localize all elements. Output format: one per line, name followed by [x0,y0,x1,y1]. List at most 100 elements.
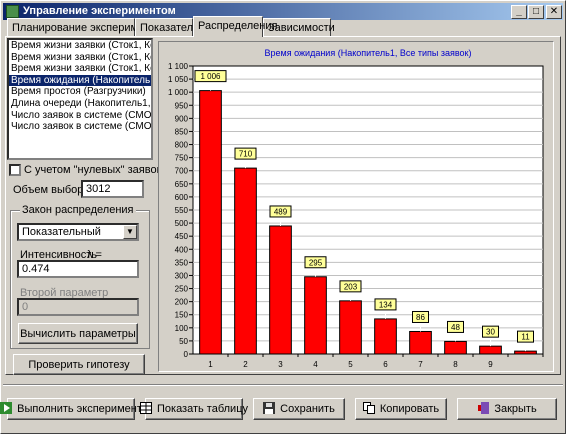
list-item[interactable]: Время жизни заявки (Сток1, Кораб [9,40,151,52]
bar [444,340,467,355]
x-tick-label: 9 [488,360,493,369]
run-experiment-label: Выполнить эксперимент [17,403,142,415]
tab-strip: Планирование эксперимента Показатели Рас… [7,16,561,38]
zero-requests-checkbox[interactable] [9,164,21,177]
sample-size-field[interactable]: 3012 [81,180,144,198]
close-label: Закрыть [494,403,537,415]
y-tick-label: 300 [175,271,189,280]
y-tick-label: 800 [175,141,189,150]
data-label: 134 [379,300,393,309]
tab-distributions[interactable]: Распределения [193,16,277,37]
x-tick-label: 7 [418,360,423,369]
y-tick-label: 350 [175,258,189,267]
x-tick-label: 5 [348,360,353,369]
distribution-select-value: Показательный [22,226,101,238]
close-button[interactable]: Закрыть [457,398,557,420]
x-tick-label: 1 [208,360,213,369]
divider [3,385,563,386]
copy-label: Копировать [379,403,440,415]
window-title: Управление экспериментом [23,5,176,17]
y-tick-label: 100 [175,324,189,333]
tab-metrics[interactable]: Показатели [135,18,199,36]
x-tick-label: 6 [383,360,388,369]
check-hypothesis-button[interactable]: Проверить гипотезу [13,354,145,375]
y-tick-label: 150 [175,311,189,320]
list-item[interactable]: Число заявок в системе (СМО, Кор [9,121,151,133]
list-item-selected[interactable]: Время ожидания (Накопитель1, Все [9,74,151,87]
data-label: 11 [521,333,530,342]
y-tick-label: 0 [184,350,189,359]
list-item[interactable]: Длина очереди (Накопитель1, Все [9,98,151,110]
x-tick-label: 2 [243,360,248,369]
y-tick-label: 900 [175,114,189,123]
close-window-button[interactable]: ✕ [546,5,562,19]
y-tick-label: 50 [179,337,188,346]
list-item[interactable]: Время простоя (Разгрузчики) [9,86,151,98]
bar [409,330,432,355]
data-label: 489 [274,207,288,216]
y-tick-label: 600 [175,193,189,202]
bar [304,276,327,355]
y-tick-label: 750 [175,154,189,163]
floppy-disk-icon [263,401,276,417]
data-label: 48 [451,323,460,332]
data-label: 86 [416,313,425,322]
y-tick-label: 1 100 [168,62,189,71]
bar [199,90,222,355]
y-tick-label: 450 [175,232,189,241]
minimize-button[interactable]: _ [511,5,527,19]
y-tick-label: 950 [175,101,189,110]
y-tick-label: 500 [175,219,189,228]
exit-door-icon [477,401,490,417]
x-tick-label: 8 [453,360,458,369]
data-label: 203 [344,282,358,291]
y-tick-label: 700 [175,167,189,176]
bar [339,300,362,355]
run-experiment-button[interactable]: Выполнить эксперимент [0,398,142,420]
distribution-select[interactable]: Показательный ▼ [17,223,139,241]
copy-button[interactable]: Копировать [355,398,447,420]
y-tick-label: 850 [175,127,189,136]
y-tick-label: 200 [175,298,189,307]
y-tick-label: 1 050 [168,75,189,84]
app-icon [6,5,19,18]
save-label: Сохранить [280,403,335,415]
tab-planning[interactable]: Планирование эксперимента [7,18,161,36]
data-label: 710 [239,150,253,159]
zero-requests-row[interactable]: С учетом "нулевых" заявок [9,164,161,178]
y-tick-label: 1 000 [168,88,189,97]
y-tick-label: 550 [175,206,189,215]
y-tick-label: 250 [175,285,189,294]
table-icon [139,401,152,417]
show-table-button[interactable]: Показать таблицу [139,398,248,420]
bar [514,350,537,355]
metrics-listbox[interactable]: Время жизни заявки (Сток1, Кораб Время ж… [7,38,153,160]
data-label: 1 006 [200,72,221,81]
bar-chart: Время ожидания (Накопитель1, Все типы за… [159,42,553,371]
data-label: 295 [309,258,323,267]
list-item[interactable]: Время жизни заявки (Сток1, Кораб [9,63,151,75]
chevron-down-icon[interactable]: ▼ [123,225,137,239]
play-icon [0,401,13,417]
bar [269,225,292,355]
bar [374,318,397,355]
distribution-group-title: Закон распределения [20,204,136,216]
bar [479,345,502,355]
list-item[interactable]: Время жизни заявки (Сток1, Кораб [9,52,151,64]
list-item[interactable]: Число заявок в системе (СМО, Все [9,110,151,122]
data-label: 30 [486,328,495,337]
compute-parameters-button[interactable]: Вычислить параметры [18,323,138,344]
show-table-label: Показать таблицу [156,403,249,415]
main-window: Управление экспериментом _ □ ✕ Планирова… [0,0,566,434]
x-tick-label: 3 [278,360,283,369]
save-button[interactable]: Сохранить [253,398,345,420]
maximize-button[interactable]: □ [528,5,544,19]
y-tick-label: 650 [175,180,189,189]
y-tick-label: 400 [175,245,189,254]
zero-requests-label: С учетом "нулевых" заявок [24,164,162,176]
x-tick-label: 4 [313,360,318,369]
second-param-field: 0 [17,298,139,316]
bar [234,167,257,355]
chart-frame: Время ожидания (Накопитель1, Все типы за… [158,41,554,372]
intensity-field[interactable]: 0.474 [17,260,139,278]
